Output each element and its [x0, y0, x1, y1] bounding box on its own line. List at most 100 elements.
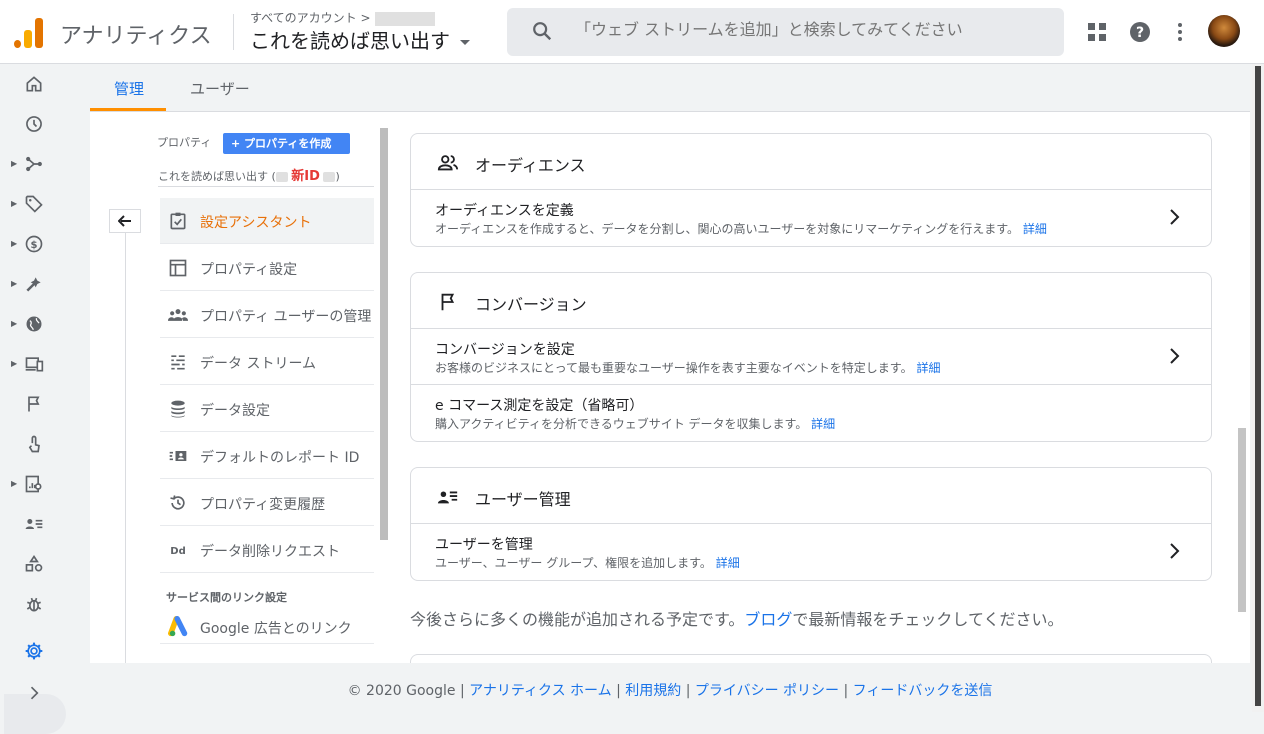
touch-icon[interactable]	[24, 434, 44, 454]
redacted-id	[323, 172, 336, 182]
menu-data-deletion-requests[interactable]: Dd データ削除リクエスト	[160, 527, 374, 573]
engagement-wand-icon[interactable]	[24, 274, 44, 294]
monetization-icon[interactable]: $	[24, 234, 44, 254]
menu-default-report-id[interactable]: デフォルトのレポート ID	[160, 433, 374, 479]
menu-label: Google 広告とのリンク	[200, 621, 352, 637]
analytics-home-link[interactable]: アナリティクス ホーム	[469, 683, 612, 699]
blog-link[interactable]: ブログ	[744, 610, 792, 629]
left-nav-rail: ▶ ▶ ▶ $ ▶ ▶ ▶ ▶	[0, 64, 70, 734]
privacy-policy-link[interactable]: プライバシー ポリシー	[695, 683, 839, 699]
terms-link[interactable]: 利用規約	[625, 683, 681, 699]
learn-more-link[interactable]: 詳細	[1023, 222, 1047, 236]
product-links-heading: サービス間のリンク設定	[166, 591, 287, 604]
property-selector[interactable]: これを読めば思い出す	[250, 25, 471, 54]
account-avatar[interactable]	[1208, 15, 1240, 47]
breadcrumb[interactable]: すべてのアカウント >	[250, 9, 435, 26]
apps-grid-icon[interactable]	[1085, 20, 1109, 44]
dropdown-arrow-icon	[460, 39, 471, 45]
home-icon[interactable]	[24, 74, 44, 94]
chevron-right-icon[interactable]	[1169, 347, 1181, 365]
row-description-text: ユーザー、ユーザー グループ、権限を追加します。	[435, 556, 712, 570]
copyright-text: © 2020 Google	[347, 683, 456, 699]
acquisition-icon[interactable]	[24, 154, 44, 174]
window-scrollbar-thumb[interactable]	[1255, 66, 1261, 706]
svg-text:$: $	[31, 240, 38, 251]
help-icon[interactable]: ?	[1128, 20, 1152, 44]
expand-arrow-icon[interactable]: ▶	[11, 359, 17, 368]
expand-arrow-icon[interactable]: ▶	[11, 279, 17, 288]
card-title: コンバージョン	[475, 295, 587, 314]
content-scrollbar-thumb[interactable]	[1238, 428, 1246, 612]
menu-data-settings[interactable]: データ設定	[160, 386, 374, 432]
property-name[interactable]: これを読めば思い出す ( 新ID )	[158, 165, 340, 184]
expand-arrow-icon[interactable]: ▶	[11, 199, 17, 208]
devices-icon[interactable]	[24, 354, 44, 374]
audience-card: オーディエンス オーディエンスを定義 オーディエンスを作成すると、データを分割し…	[410, 133, 1212, 247]
conversion-card: コンバージョン コンバージョンを設定 お客様のビジネスにとって最も重要なユーザー…	[410, 272, 1212, 442]
header-divider	[233, 14, 234, 50]
menu-scrollbar[interactable]	[380, 128, 388, 540]
card-row-define-audience[interactable]: オーディエンスを定義 オーディエンスを作成すると、データを分割し、関心の高いユー…	[411, 190, 1211, 246]
shapes-icon[interactable]	[24, 554, 44, 574]
admin-gear-icon[interactable]	[24, 641, 44, 661]
debug-bug-icon[interactable]	[24, 594, 44, 614]
card-row-ecommerce[interactable]: e コマース測定を設定（省略可） 購入アクティビティを分析できるウェブサイト デ…	[411, 385, 1211, 441]
back-arrow-button[interactable]	[109, 209, 141, 233]
history-icon	[170, 495, 185, 510]
menu-google-ads-links[interactable]: Google 広告とのリンク	[160, 612, 374, 644]
new-id-badge: 新ID	[291, 169, 320, 184]
property-divider	[158, 186, 374, 187]
globe-icon[interactable]	[24, 314, 44, 334]
row-title: オーディエンスを定義	[435, 203, 574, 219]
user-list-icon[interactable]	[24, 514, 44, 534]
menu-label: プロパティ ユーザーの管理	[200, 309, 372, 325]
expand-arrow-icon[interactable]: ▶	[11, 239, 17, 248]
next-card-edge	[410, 654, 1212, 663]
expand-arrow-icon[interactable]: ▶	[11, 319, 17, 328]
admin-tabs: 管理 ユーザー	[90, 64, 1250, 112]
create-property-button[interactable]: + プロパティを作成	[223, 133, 350, 154]
tag-icon[interactable]	[24, 194, 44, 214]
user-list-icon	[437, 491, 458, 504]
card-title: オーディエンス	[475, 156, 586, 175]
row-description-text: 購入アクティビティを分析できるウェブサイト データを収集します。	[435, 417, 808, 431]
analytics-logo[interactable]	[14, 16, 44, 48]
card-header: コンバージョン	[411, 273, 1211, 329]
menu-setup-assistant[interactable]: 設定アシスタント	[160, 198, 374, 244]
card-row-manage-users[interactable]: ユーザーを管理 ユーザー、ユーザー グループ、権限を追加します。 詳細	[411, 524, 1211, 580]
tab-admin[interactable]: 管理	[114, 78, 144, 99]
product-name: アナリティクス	[60, 24, 212, 49]
admin-content: プロパティ + プロパティを作成 これを読めば思い出す ( 新ID ) 設定アシ…	[90, 112, 1250, 663]
learn-more-link[interactable]: 詳細	[811, 417, 835, 431]
card-row-set-conversions[interactable]: コンバージョンを設定 お客様のビジネスにとって最も重要なユーザー操作を表す主要な…	[411, 329, 1211, 385]
expand-arrow-icon[interactable]: ▶	[11, 159, 17, 168]
expand-arrow-icon[interactable]: ▶	[11, 479, 17, 488]
menu-data-streams[interactable]: データ ストリーム	[160, 339, 374, 385]
more-vert-icon[interactable]	[1168, 20, 1192, 44]
chevron-right-icon[interactable]	[1169, 208, 1181, 226]
svg-text:Dd: Dd	[170, 546, 185, 557]
people-icon	[168, 309, 188, 321]
card-header: ユーザー管理	[411, 468, 1211, 524]
menu-property-change-history[interactable]: プロパティ変更履歴	[160, 480, 374, 526]
redacted-account	[374, 11, 435, 26]
flag-icon[interactable]	[24, 394, 44, 414]
dd-icon: Dd	[170, 546, 185, 557]
learn-more-link[interactable]: 詳細	[916, 361, 940, 375]
property-column-label: プロパティ	[157, 136, 212, 149]
learn-more-link[interactable]: 詳細	[716, 556, 740, 570]
chevron-right-icon[interactable]	[1169, 542, 1181, 560]
search-input[interactable]	[575, 20, 1045, 39]
row-description: お客様のビジネスにとって最も重要なユーザー操作を表す主要なイベントを特定します。…	[435, 359, 940, 376]
expand-nav-chevron-icon[interactable]	[24, 683, 44, 703]
report-analytics-icon[interactable]	[24, 474, 44, 494]
send-feedback-link[interactable]: フィードバックを送信	[853, 683, 993, 699]
realtime-clock-icon[interactable]	[24, 114, 44, 134]
features-footnote: 今後さらに多くの機能が追加される予定です。ブログで最新情報をチェックしてください…	[410, 606, 1063, 630]
menu-label: プロパティ設定	[200, 262, 298, 278]
row-description: ユーザー、ユーザー グループ、権限を追加します。 詳細	[435, 554, 740, 571]
search-box[interactable]	[507, 8, 1064, 56]
menu-property-user-management[interactable]: プロパティ ユーザーの管理	[160, 292, 374, 338]
tab-user[interactable]: ユーザー	[190, 78, 250, 99]
menu-property-settings[interactable]: プロパティ設定	[160, 245, 374, 291]
